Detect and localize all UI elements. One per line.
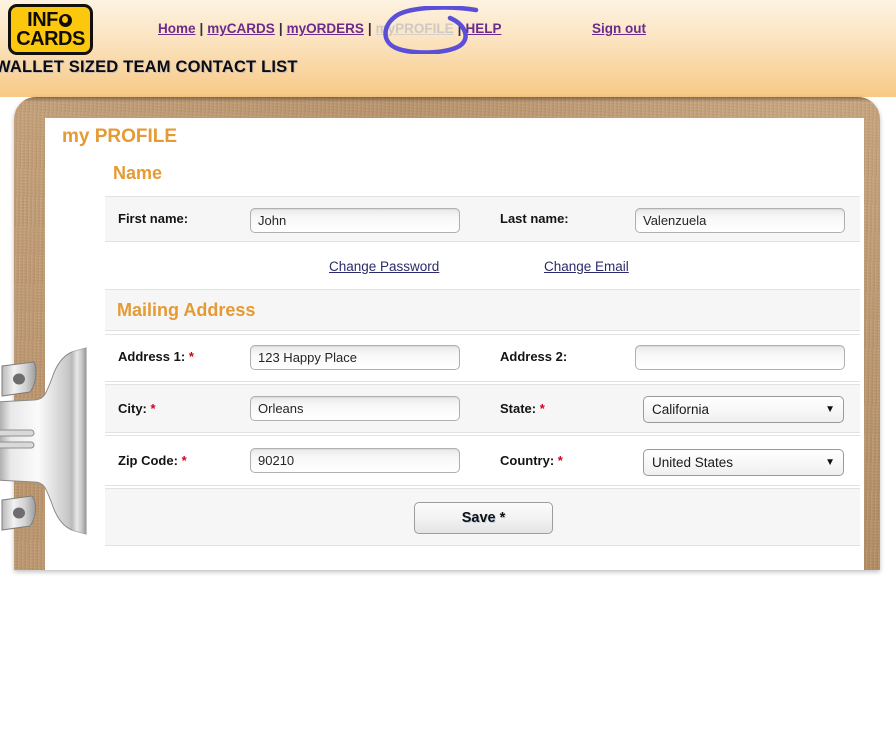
page-title-main: PROFILE — [94, 126, 178, 147]
save-required-marker: * — [499, 510, 506, 526]
nav-link-home[interactable]: Home — [158, 21, 196, 36]
logo-line-cards: CARDS — [16, 27, 85, 50]
first-name-label: First name: — [118, 211, 189, 226]
change-email-link[interactable]: Change Email — [544, 259, 629, 274]
zip-code-label: Zip Code: * — [118, 453, 187, 468]
nav-separator: | — [457, 21, 462, 36]
site-tagline: WALLET SIZED TEAM CONTACT LIST — [0, 58, 298, 76]
country-label: Country: * — [500, 453, 563, 468]
site-header: INF CARDS Home | myCARDS | myORDERS | myPROFIL… — [0, 0, 896, 97]
nav-separator: | — [278, 21, 283, 36]
state-select-value: California — [652, 402, 710, 417]
nav-link-myprofile[interactable]: myPROFILE — [376, 21, 454, 36]
page-title: my PROFILE — [62, 126, 177, 148]
chevron-down-icon: ▼ — [825, 404, 835, 415]
last-name-label: Last name: — [500, 211, 569, 226]
logo[interactable]: INF CARDS — [8, 4, 93, 55]
nav-separator: | — [199, 21, 204, 36]
required-marker: * — [181, 453, 187, 468]
first-name-input[interactable] — [250, 208, 460, 233]
logo-o-icon — [58, 13, 72, 27]
change-password-link[interactable]: Change Password — [329, 259, 439, 274]
country-select[interactable]: United States ▼ — [643, 449, 844, 476]
page-title-prefix: my — [62, 126, 95, 147]
required-marker: * — [150, 401, 156, 416]
save-button[interactable]: Save * — [414, 502, 553, 534]
chevron-down-icon: ▼ — [825, 457, 835, 468]
save-button-label: Save — [461, 510, 496, 526]
nav-separator: | — [367, 21, 372, 36]
required-marker: * — [188, 349, 194, 364]
state-label: State: * — [500, 401, 545, 416]
logo-line-info: INF — [27, 10, 74, 30]
last-name-input[interactable] — [635, 208, 845, 233]
address1-input[interactable] — [250, 345, 460, 370]
zip-code-input[interactable] — [250, 448, 460, 473]
address1-label: Address 1: * — [118, 349, 194, 364]
address2-input[interactable] — [635, 345, 845, 370]
state-select[interactable]: California ▼ — [643, 396, 844, 423]
country-select-value: United States — [652, 455, 734, 470]
city-label: City: * — [118, 401, 156, 416]
sign-out-link[interactable]: Sign out — [592, 21, 646, 36]
section-heading-mailing-address: Mailing Address — [117, 300, 256, 320]
main-navigation: Home | myCARDS | myORDERS | myPROFILE | HELP — [158, 21, 501, 36]
required-marker: * — [557, 453, 563, 468]
address2-label: Address 2: — [500, 349, 568, 364]
nav-link-myorders[interactable]: myORDERS — [287, 21, 364, 36]
section-heading-name: Name — [113, 163, 163, 183]
city-input[interactable] — [250, 396, 460, 421]
clipboard-top-shadow — [14, 97, 880, 102]
required-marker: * — [539, 401, 545, 416]
nav-link-help[interactable]: HELP — [465, 21, 501, 36]
nav-link-mycards[interactable]: myCARDS — [207, 21, 275, 36]
